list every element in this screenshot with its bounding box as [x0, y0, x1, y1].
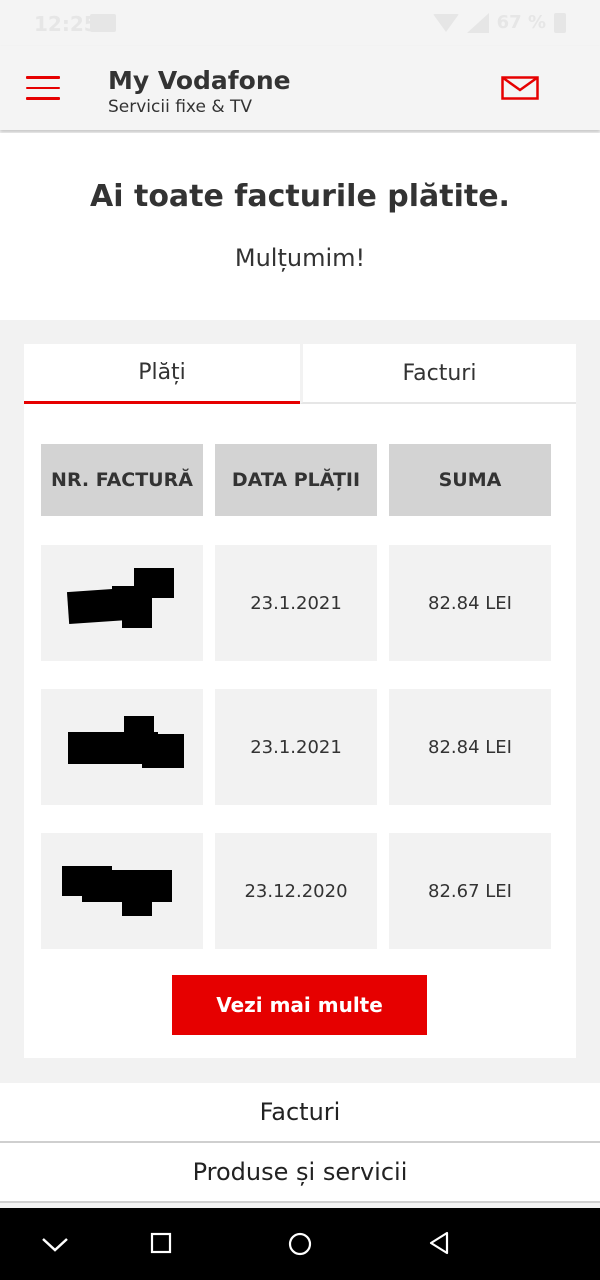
status-time: 12:25 — [34, 12, 98, 36]
app-header: My Vodafone Servicii fixe & TV — [0, 46, 600, 130]
payment-date: 23.1.2021 — [215, 545, 377, 661]
menu-icon[interactable] — [26, 76, 60, 102]
invoice-number-redacted — [41, 545, 203, 661]
payment-amount: 82.84 LEI — [389, 689, 551, 805]
notification-image-icon — [90, 14, 116, 32]
see-more-button[interactable]: Vezi mai multe — [172, 975, 427, 1035]
home-icon[interactable] — [288, 1232, 312, 1256]
hero-title: Ai toate facturile plătite. — [90, 179, 510, 214]
payment-amount: 82.84 LEI — [389, 545, 551, 661]
chevron-down-icon[interactable] — [40, 1234, 70, 1254]
column-header-invoice-number: NR. FACTURĂ — [41, 444, 203, 516]
payment-amount: 82.67 LEI — [389, 833, 551, 949]
link-produse-servicii[interactable]: Produse și servicii — [0, 1143, 600, 1203]
app-title: My Vodafone — [108, 66, 291, 95]
battery-icon — [554, 12, 566, 33]
wifi-icon — [432, 13, 459, 32]
mail-icon[interactable] — [501, 76, 539, 100]
payment-date: 23.12.2020 — [215, 833, 377, 949]
column-header-payment-date: DATA PLĂȚII — [215, 444, 377, 516]
tab-plati[interactable]: Plăți — [24, 344, 300, 404]
payments-card: Plăți Facturi NR. FACTURĂ DATA PLĂȚII SU… — [24, 344, 576, 1058]
signal-icon — [466, 12, 489, 33]
hero-subtitle: Mulțumim! — [234, 244, 366, 272]
invoice-number-redacted — [41, 833, 203, 949]
status-right: 67 % — [432, 12, 566, 33]
invoice-number-redacted — [41, 689, 203, 805]
tabs: Plăți Facturi — [24, 344, 576, 404]
payment-date: 23.1.2021 — [215, 689, 377, 805]
status-bar: 12:25 67 % — [0, 0, 600, 46]
battery-level: 67 % — [496, 12, 546, 33]
column-header-amount: SUMA — [389, 444, 551, 516]
recents-icon[interactable] — [150, 1232, 172, 1254]
back-icon[interactable] — [428, 1231, 450, 1255]
app-subtitle: Servicii fixe & TV — [108, 97, 253, 117]
link-facturi[interactable]: Facturi — [0, 1083, 600, 1143]
system-navigation-bar — [0, 1208, 600, 1280]
tab-facturi[interactable]: Facturi — [300, 344, 576, 404]
paid-summary: Ai toate facturile plătite. Mulțumim! — [0, 133, 600, 320]
